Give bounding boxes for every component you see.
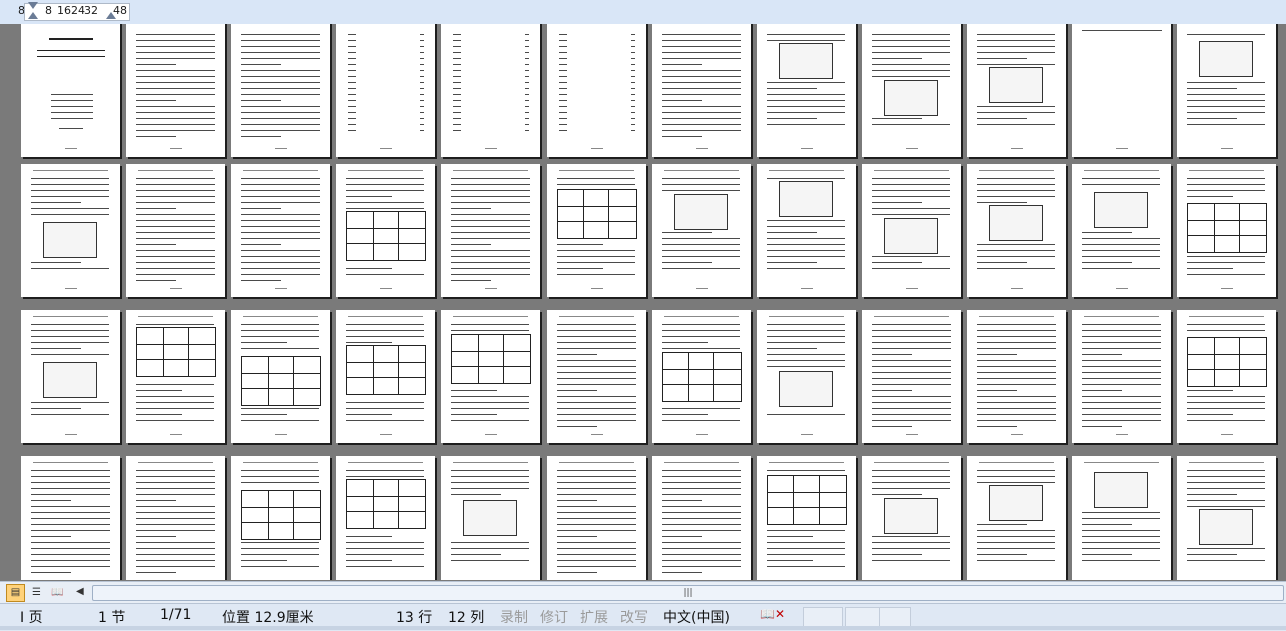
- scroll-thumb[interactable]: |||: [92, 585, 1284, 601]
- hanging-indent-marker[interactable]: [28, 12, 38, 19]
- page-thumbnail[interactable]: [336, 24, 436, 157]
- ruler-tick: 16: [57, 4, 71, 17]
- status-column[interactable]: 12 列: [448, 607, 484, 627]
- page-thumbnail[interactable]: [231, 164, 331, 297]
- page-thumbnail[interactable]: [441, 310, 541, 443]
- status-extend[interactable]: 扩展: [580, 607, 608, 627]
- status-slot: [879, 607, 911, 627]
- page-thumbnail[interactable]: [1177, 456, 1277, 580]
- reading-view-icon[interactable]: 📖: [48, 584, 67, 602]
- page-thumbnail[interactable]: [441, 24, 541, 157]
- page-thumbnail[interactable]: [966, 164, 1066, 297]
- page-thumbnail[interactable]: [336, 164, 436, 297]
- status-language[interactable]: 中文(中国): [663, 607, 730, 627]
- page-thumbnail[interactable]: [1072, 456, 1171, 580]
- page-thumbnail[interactable]: [966, 24, 1066, 157]
- page-thumbnail[interactable]: [1177, 24, 1277, 157]
- ruler-tick: 32: [84, 4, 98, 17]
- scroll-left-arrow-icon[interactable]: ◀: [76, 586, 84, 597]
- page-thumbnail[interactable]: [1072, 24, 1171, 157]
- status-record[interactable]: 录制: [500, 607, 528, 627]
- ruler-tick: 24: [71, 4, 85, 17]
- page-thumbnail[interactable]: [231, 310, 331, 443]
- page-thumbnail[interactable]: [336, 310, 436, 443]
- page-thumbnail[interactable]: [861, 456, 961, 580]
- page-thumbnail[interactable]: [546, 456, 646, 580]
- page-thumbnail[interactable]: [651, 456, 751, 580]
- scroll-grip-icon: |||: [683, 588, 693, 598]
- page-thumbnail[interactable]: [441, 164, 541, 297]
- status-page[interactable]: I 页: [20, 607, 43, 627]
- status-slot: [803, 607, 843, 627]
- page-thumbnail[interactable]: [126, 456, 226, 580]
- page-thumbnail[interactable]: [861, 164, 961, 297]
- page-thumbnail[interactable]: [126, 164, 226, 297]
- status-section[interactable]: 1 节: [98, 607, 125, 627]
- page-thumbnail[interactable]: [441, 456, 541, 580]
- ruler-tick: 48: [113, 4, 127, 17]
- page-thumbnail[interactable]: [756, 24, 856, 157]
- ruler[interactable]: 8 8 16 24 32 48: [0, 0, 1286, 25]
- page-thumbnail[interactable]: [1072, 310, 1171, 443]
- page-thumbnail[interactable]: [651, 24, 751, 157]
- page-thumbnail[interactable]: [861, 24, 961, 157]
- page-thumbnail[interactable]: [126, 24, 226, 157]
- taskbar-strip: [0, 626, 1286, 630]
- page-thumbnail[interactable]: [21, 164, 120, 297]
- page-thumbnail[interactable]: [21, 456, 120, 580]
- page-thumbnail[interactable]: [231, 24, 331, 157]
- page-thumbnail[interactable]: [1177, 310, 1277, 443]
- status-revise[interactable]: 修订: [540, 607, 568, 627]
- page-thumbnail[interactable]: [651, 310, 751, 443]
- status-position[interactable]: 位置 12.9厘米: [222, 607, 314, 627]
- page-thumbnail[interactable]: [231, 456, 331, 580]
- page-thumbnail[interactable]: [21, 24, 120, 157]
- page-thumbnail[interactable]: [126, 310, 226, 443]
- page-thumbnail[interactable]: [861, 310, 961, 443]
- spelling-check-icon[interactable]: 📖✕: [760, 607, 785, 621]
- page-thumbnail[interactable]: [21, 310, 120, 443]
- status-line[interactable]: 13 行: [396, 607, 432, 627]
- page-thumbnail[interactable]: [546, 164, 646, 297]
- first-line-indent-marker[interactable]: [28, 2, 38, 9]
- page-thumbnail[interactable]: [1072, 164, 1171, 297]
- page-thumbnail[interactable]: [546, 24, 646, 157]
- page-thumbnail[interactable]: [756, 310, 856, 443]
- status-slot: [845, 607, 881, 627]
- status-page-of[interactable]: 1/71: [160, 607, 191, 623]
- normal-view-icon[interactable]: ▤: [6, 584, 25, 602]
- outline-view-icon[interactable]: ☰: [27, 584, 46, 602]
- page-thumbnail[interactable]: [546, 310, 646, 443]
- page-thumbnail[interactable]: [1177, 164, 1277, 297]
- status-overwrite[interactable]: 改写: [620, 607, 648, 627]
- page-thumbnail[interactable]: [651, 164, 751, 297]
- ruler-tick: 8: [45, 4, 52, 17]
- page-thumbnail[interactable]: [756, 456, 856, 580]
- page-thumbnail[interactable]: [756, 164, 856, 297]
- horizontal-scrollbar[interactable]: ▤ ☰ 📖 ◀ |||: [0, 581, 1286, 603]
- page-thumbnail[interactable]: [966, 456, 1066, 580]
- document-pages-area[interactable]: [0, 24, 1286, 580]
- page-thumbnail[interactable]: [336, 456, 436, 580]
- page-thumbnail[interactable]: [966, 310, 1066, 443]
